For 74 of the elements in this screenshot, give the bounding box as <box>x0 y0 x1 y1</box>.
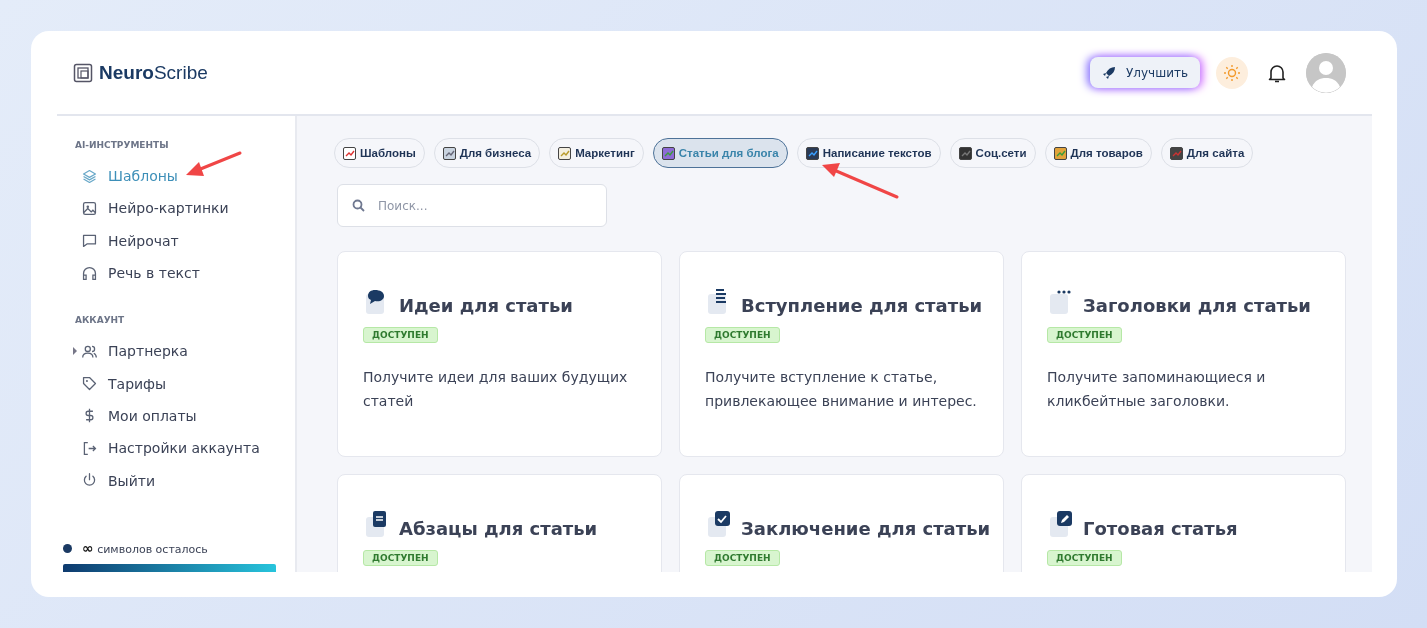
sidebar-item[interactable]: Шаблоны <box>57 160 295 193</box>
layers-icon <box>81 167 98 185</box>
power-icon <box>81 472 98 489</box>
status-badge: ДОСТУПЕН <box>705 550 780 566</box>
category-chip[interactable]: Для товаров <box>1044 138 1152 168</box>
status-badge: ДОСТУПЕН <box>363 327 438 343</box>
card-title: Вступление для статьи <box>741 295 983 316</box>
card-title: Заголовки для статьи <box>1083 295 1311 316</box>
sidebar-label[interactable]: Мои оплаты <box>108 407 197 424</box>
sidebar-label[interactable]: Настройки аккаунта <box>108 440 260 457</box>
card-description: Получите идеи для ваших будущих статей <box>363 368 629 411</box>
chart-icon <box>1168 145 1184 161</box>
sidebar-item[interactable]: Настройки аккаунта <box>57 432 295 465</box>
status-badge: ДОСТУПЕН <box>1047 327 1122 343</box>
sidebar-item[interactable]: Мои оплаты <box>57 399 295 433</box>
image-icon <box>81 199 98 217</box>
chart-icon <box>660 145 676 161</box>
annotation-arrow <box>186 151 242 176</box>
sidebar-label[interactable]: Тарифы <box>108 375 167 392</box>
sidebar-item[interactable]: Нейрочат <box>57 224 295 257</box>
tag-icon <box>81 375 98 393</box>
status-dot <box>63 543 72 553</box>
sidebar-item[interactable]: Выйти <box>57 464 295 497</box>
section-heading: AI-ИНСТРУМЕНТЫ <box>74 140 170 150</box>
card-title: Готовая статья <box>1083 518 1238 539</box>
logo-text: NeuroScribe <box>99 61 208 84</box>
template-card[interactable]: Заголовки для статьи ДОСТУПЕН Получите запоминающиеся и кликбейтные заголовки. <box>1021 251 1346 457</box>
sidebar-label[interactable]: Выйти <box>108 472 155 489</box>
template-card[interactable]: Идеи для статьи ДОСТУПЕН Получите идеи для ваших будущих статей <box>337 251 662 457</box>
chart-icon <box>957 145 973 161</box>
sidebar-label[interactable]: Речь в текст <box>108 265 200 282</box>
template-card[interactable]: Заключение для статьи ДОСТУПЕН <box>679 474 1004 572</box>
upgrade-button[interactable]: Улучшить <box>1090 57 1200 88</box>
card-description: Получите вступление к статье, привлекающее внимание и интерес. <box>705 368 978 411</box>
sidebar-label[interactable]: Партнерка <box>108 343 188 360</box>
status-badge: ДОСТУПЕН <box>705 327 780 343</box>
sidebar-item[interactable]: Тарифы <box>57 367 295 400</box>
sidebar-item[interactable]: Партнерка <box>57 335 295 368</box>
category-chip[interactable]: Соц.сети <box>949 138 1036 168</box>
chart-icon <box>557 145 573 161</box>
logo-icon <box>73 62 93 83</box>
sidebar-label[interactable]: Шаблоны <box>108 168 178 185</box>
sidebar-item[interactable]: Речь в текст <box>57 256 295 290</box>
card-title: Идеи для статьи <box>399 295 573 316</box>
card-title: Абзацы для статьи <box>399 518 598 539</box>
rocket-icon <box>1102 65 1116 80</box>
category-chip[interactable]: Написание текстов <box>796 138 941 168</box>
chart-icon <box>1052 145 1068 161</box>
category-chip[interactable]: Для бизнеса <box>433 138 541 168</box>
search-field[interactable]: Поиск... <box>337 184 607 227</box>
status-badge: ДОСТУПЕН <box>363 550 438 566</box>
sidebar-label[interactable]: Нейро-картинки <box>108 200 229 217</box>
template-card[interactable]: Готовая статья ДОСТУПЕН <box>1021 474 1346 572</box>
exit-icon <box>81 439 98 457</box>
sidebar-label[interactable]: Нейрочат <box>108 232 179 249</box>
template-card[interactable]: Абзацы для статьи ДОСТУПЕН <box>337 474 662 572</box>
chart-icon <box>441 145 457 161</box>
chat-icon <box>81 232 98 250</box>
sun-icon <box>1223 63 1241 82</box>
caret-icon[interactable] <box>72 347 78 356</box>
quota-text: ∞ символов осталось <box>82 540 208 556</box>
card-title: Заключение для статьи <box>741 518 991 539</box>
category-chip[interactable]: Шаблоны <box>334 138 425 168</box>
sidebar-item[interactable]: Нейро-картинки <box>57 192 295 225</box>
card-description: Получите запоминающиеся и кликбейтные заголовки. <box>1047 368 1267 411</box>
chart-icon <box>804 145 820 161</box>
headphones-icon <box>81 264 98 282</box>
status-badge: ДОСТУПЕН <box>1047 550 1122 566</box>
category-chip[interactable]: Для сайта <box>1160 138 1254 168</box>
template-card[interactable]: Вступление для статьи ДОСТУПЕН Получите вступление к статье, привлекающее внимание и интерес. <box>679 251 1004 457</box>
category-chip[interactable]: Маркетинг <box>549 138 644 168</box>
theme-toggle[interactable] <box>1216 56 1248 89</box>
section-heading: АККАУНТ <box>74 315 126 326</box>
chart-icon <box>342 145 357 161</box>
